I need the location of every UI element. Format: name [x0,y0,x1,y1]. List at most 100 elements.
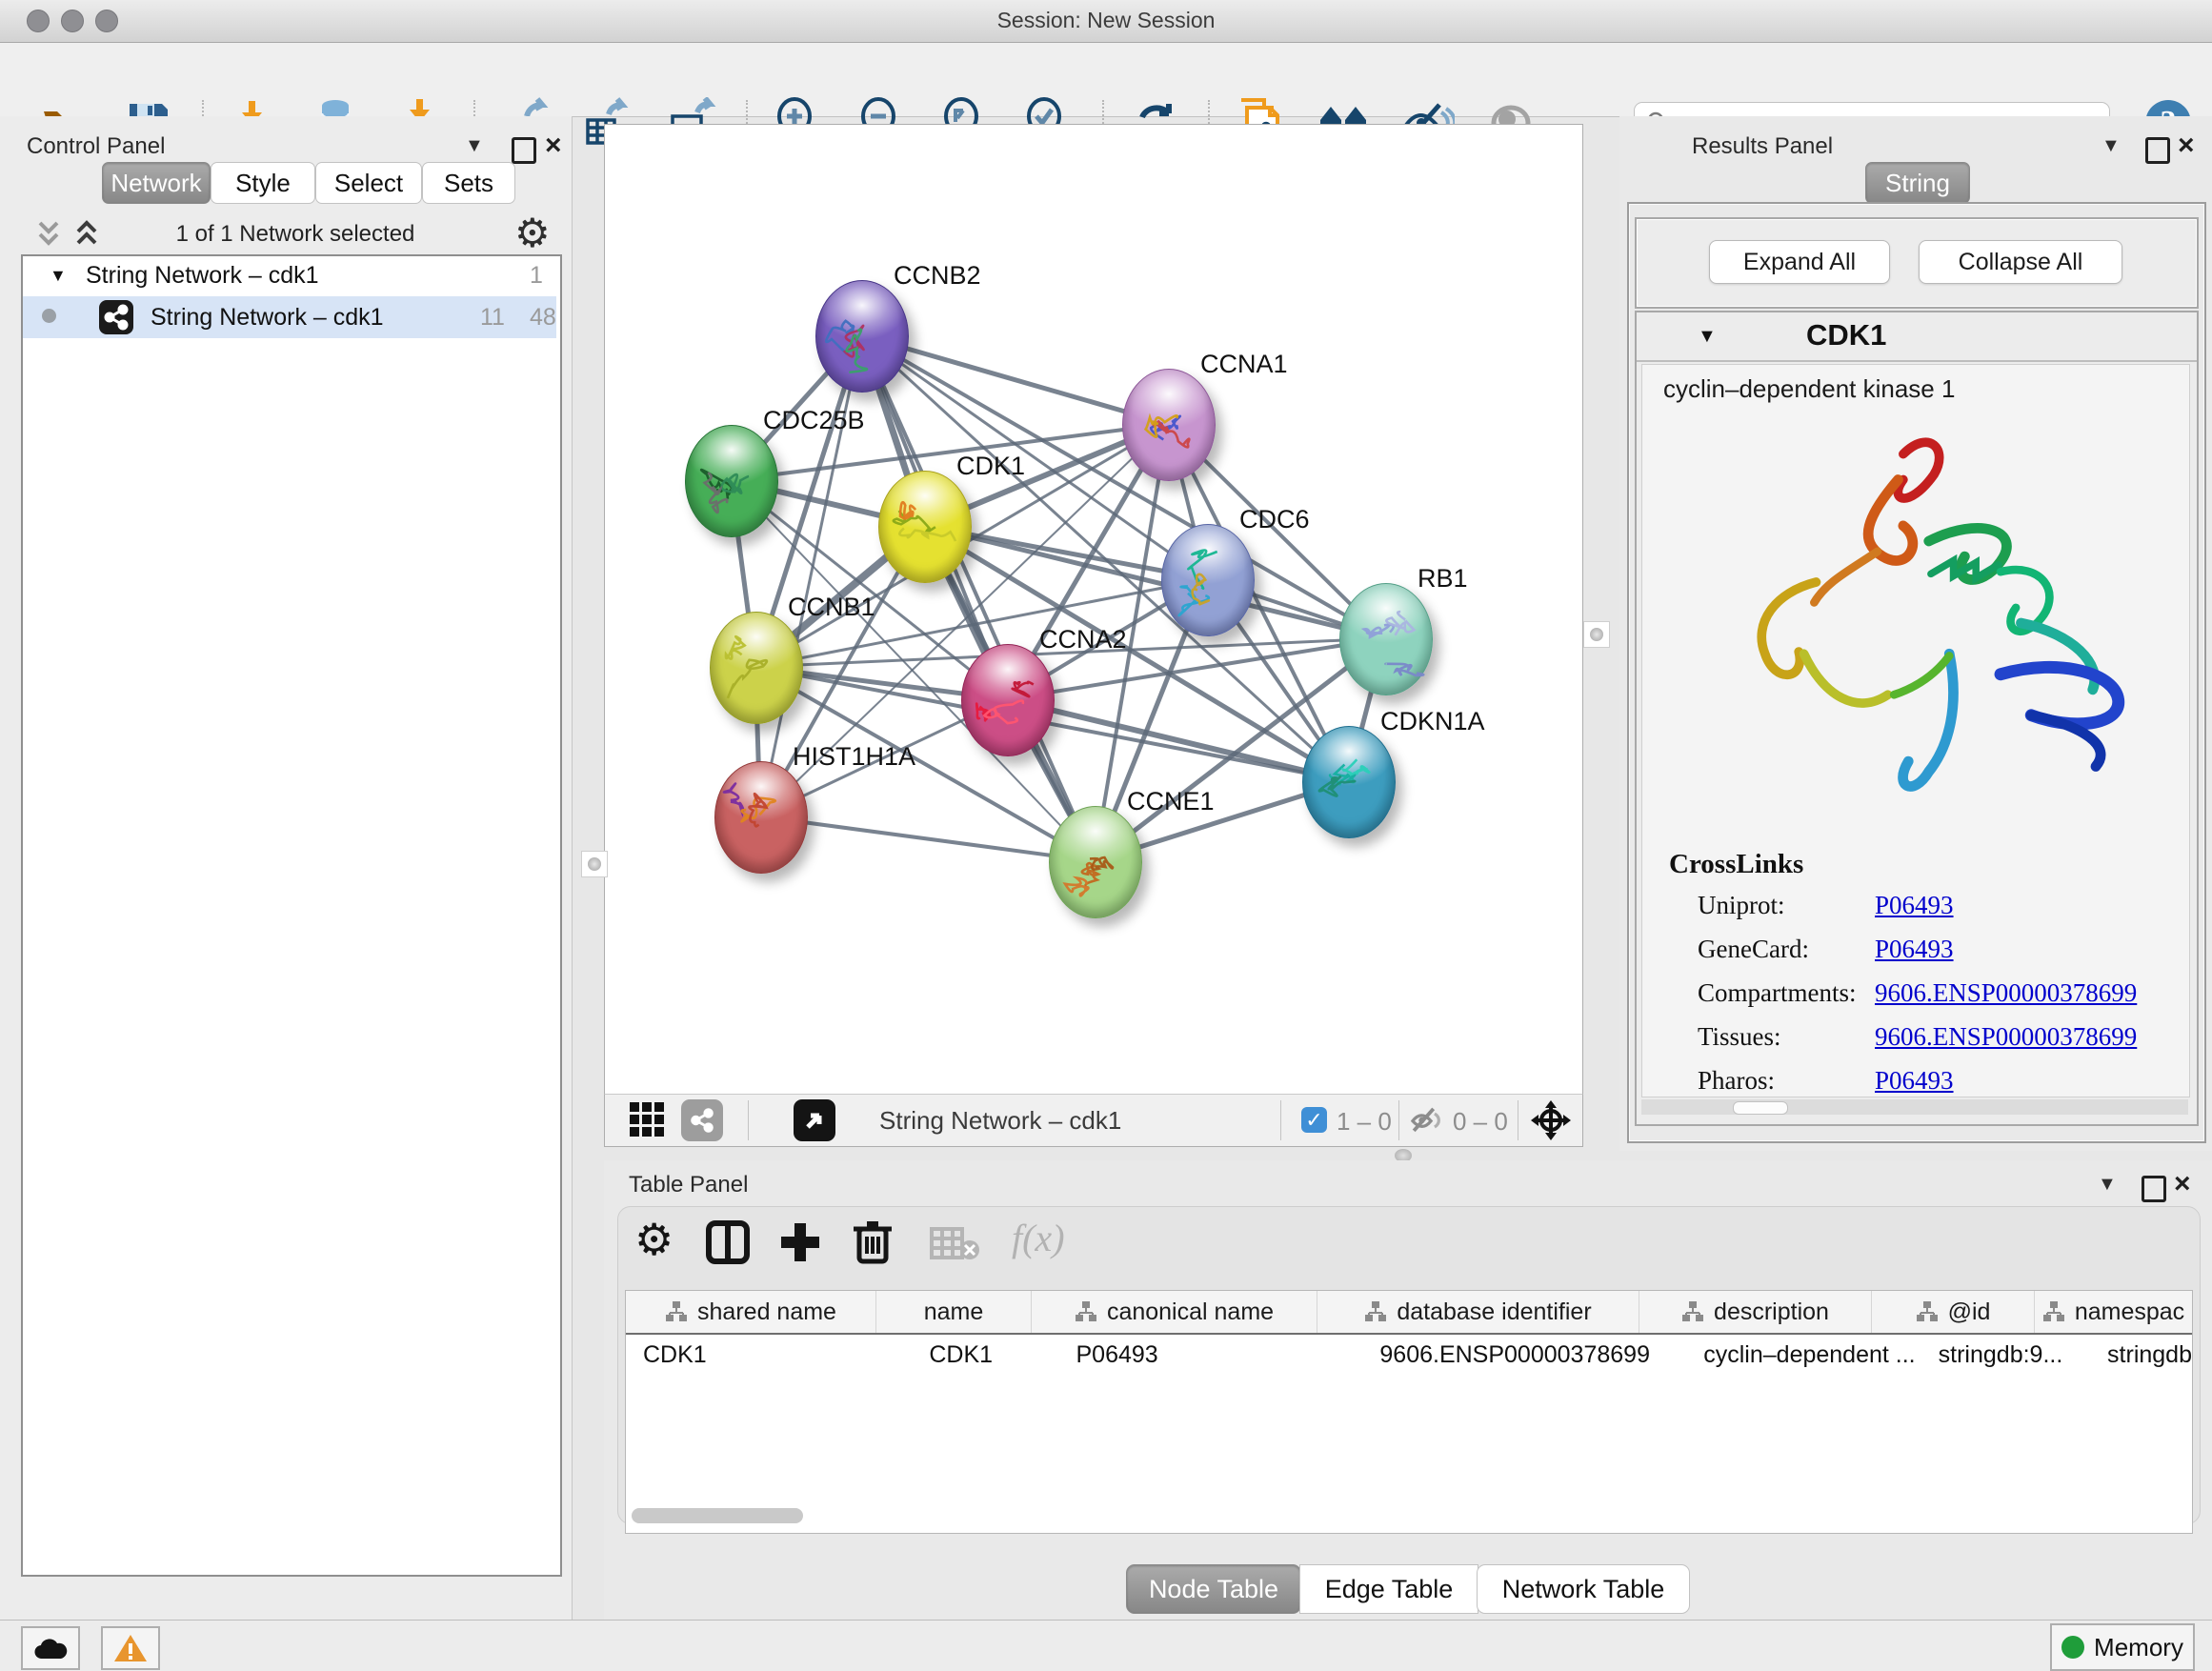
crosslink-pharos-link[interactable]: P06493 [1875,1066,1954,1096]
tab-edge-table[interactable]: Edge Table [1299,1564,1478,1614]
table-panel-collapse-icon[interactable]: ▼ [2098,1174,2117,1196]
hidden-count: 0 – 0 [1453,1107,1508,1137]
warning-status-button[interactable] [101,1626,160,1670]
network-row-selected[interactable]: String Network – cdk1 11 48 [23,296,556,338]
network-options-gear-icon[interactable]: ⚙ [514,210,551,256]
add-column-icon[interactable] [777,1219,823,1270]
tab-style[interactable]: Style [211,162,315,204]
network-view-share-icon[interactable] [681,1099,723,1141]
column-header-name[interactable]: name [876,1291,1032,1333]
column-header-database-identifier[interactable]: database identifier [1317,1291,1639,1333]
network-tree: ▼ String Network – cdk1 1 String Network… [21,254,562,1577]
network-graph[interactable]: CCNB2CCNA1CDC25BCDK1CDC6RB1CCNB1CCNA2CDK… [605,125,1582,1095]
pan-crosshair-icon[interactable] [1529,1098,1573,1147]
column-header-id[interactable]: @id [1872,1291,2035,1333]
network-canvas[interactable]: CCNB2CCNA1CDC25BCDK1CDC6RB1CCNB1CCNA2CDK… [604,124,1583,1096]
table-panel-close-icon[interactable]: × [2174,1168,2191,1200]
graph-node-CCNE1[interactable] [1049,806,1142,918]
tab-select[interactable]: Select [315,162,422,204]
crosslink-label: Tissues: [1698,1022,1781,1052]
birdseye-view-icon[interactable] [794,1099,835,1141]
graph-node-RB1[interactable] [1339,583,1433,695]
network-view-title: String Network – cdk1 [879,1106,1121,1136]
column-header-description[interactable]: description [1639,1291,1872,1333]
crosslink-label: GeneCard: [1698,935,1809,964]
crosslink-genecard-link[interactable]: P06493 [1875,935,1954,964]
column-header-namespace[interactable]: namespac [2035,1291,2192,1333]
divider [1637,360,2197,362]
tab-sets[interactable]: Sets [422,162,515,204]
tree-icon [1916,1300,1939,1323]
delete-column-trash-icon[interactable] [850,1218,895,1270]
protein-squiggle [1123,370,1215,480]
status-bar: Memory [0,1620,2212,1671]
crosslink-label: Compartments: [1698,978,1856,1008]
results-panel-collapse-icon[interactable]: ▼ [2101,135,2121,157]
left-splitter-grip[interactable] [581,851,608,877]
node-label-RB1: RB1 [1418,564,1468,594]
cloud-status-button[interactable] [21,1626,80,1670]
graph-node-CDC6[interactable] [1161,524,1255,636]
graph-node-CDK1[interactable] [878,471,972,583]
results-hscrollbar[interactable] [1641,1099,2188,1115]
network-collection-row[interactable]: ▼ String Network – cdk1 1 [23,260,556,294]
control-panel-collapse-icon[interactable]: ▼ [465,135,484,157]
table-panel: Table Panel ▼ × ⚙ [604,1160,2212,1620]
graph-node-CCNA1[interactable] [1122,369,1216,481]
graph-node-CCNB1[interactable] [710,612,803,724]
table-options-gear-icon[interactable]: ⚙ [634,1214,674,1265]
protein-squiggle [711,613,802,723]
graph-node-CDKN1A[interactable] [1302,726,1396,838]
protein-squiggle [715,762,807,873]
toggle-panel-columns-icon[interactable] [705,1219,751,1270]
selected-count: 1 – 0 [1337,1107,1392,1137]
selected-nodes-checkbox-icon[interactable]: ✓ [1301,1107,1327,1133]
results-panel-float-icon[interactable] [2145,137,2170,164]
graph-node-HIST1H1A[interactable] [714,761,808,874]
crosslink-uniprot-link[interactable]: P06493 [1875,891,1954,920]
gene-details: cyclin–dependent kinase 1 [1641,364,2190,1097]
tab-string[interactable]: String [1865,162,1970,204]
gene-name: CDK1 [1806,318,1886,352]
grid-view-icon[interactable] [630,1102,666,1138]
control-panel-close-icon[interactable]: × [545,130,562,162]
title-bar: Session: New Session [0,0,2212,43]
collapse-all-button[interactable]: Collapse All [1919,240,2122,284]
expand-all-button[interactable]: Expand All [1709,240,1890,284]
double-chevron-up-icon [72,219,101,250]
hidden-eye-slash-icon[interactable] [1408,1105,1444,1140]
table-row[interactable]: CDK1 CDK1 P06493 9606.ENSP00000378699 cy… [626,1335,2192,1375]
control-panel-title: Control Panel [27,133,165,160]
table-panel-title: Table Panel [629,1172,748,1198]
control-panel-float-icon[interactable] [512,137,536,164]
expand-all-networks-button[interactable] [72,219,101,254]
tree-icon [1681,1300,1704,1323]
collapse-all-networks-button[interactable] [34,219,63,254]
table-hscrollbar-thumb[interactable] [632,1508,803,1523]
protein-squiggle [879,472,971,582]
crosslink-compartments-link[interactable]: 9606.ENSP00000378699 [1875,978,2137,1008]
gene-expander-icon[interactable]: ▼ [1698,326,1717,348]
collection-count: 1 [530,262,543,290]
tab-network-table[interactable]: Network Table [1477,1564,1690,1614]
results-panel-close-icon[interactable]: × [2178,130,2195,162]
tab-node-table[interactable]: Node Table [1126,1564,1301,1614]
crosslink-tissues-link[interactable]: 9606.ENSP00000378699 [1875,1022,2137,1052]
function-builder-fx[interactable]: f(x) [1012,1216,1065,1260]
tab-network[interactable]: Network [102,162,211,204]
graph-node-CDC25B[interactable] [685,425,778,537]
column-header-shared-name[interactable]: shared name [626,1291,876,1333]
graph-node-CCNA2[interactable] [961,644,1055,756]
right-splitter-grip[interactable] [1583,621,1610,648]
column-header-canonical-name[interactable]: canonical name [1032,1291,1317,1333]
tree-icon [1364,1300,1387,1323]
delete-table-icon[interactable] [930,1225,979,1268]
collection-expander-icon[interactable]: ▼ [50,266,67,286]
network-node-count: 11 [480,304,505,332]
table-panel-float-icon[interactable] [2142,1176,2166,1202]
graph-node-CCNB2[interactable] [815,280,909,393]
memory-label: Memory [2094,1633,2183,1662]
results-panel: Results Panel ▼ × String Expand All Coll… [1619,116,2212,1151]
memory-button[interactable]: Memory [2050,1623,2195,1671]
gene-description: cyclin–dependent kinase 1 [1663,374,1955,404]
